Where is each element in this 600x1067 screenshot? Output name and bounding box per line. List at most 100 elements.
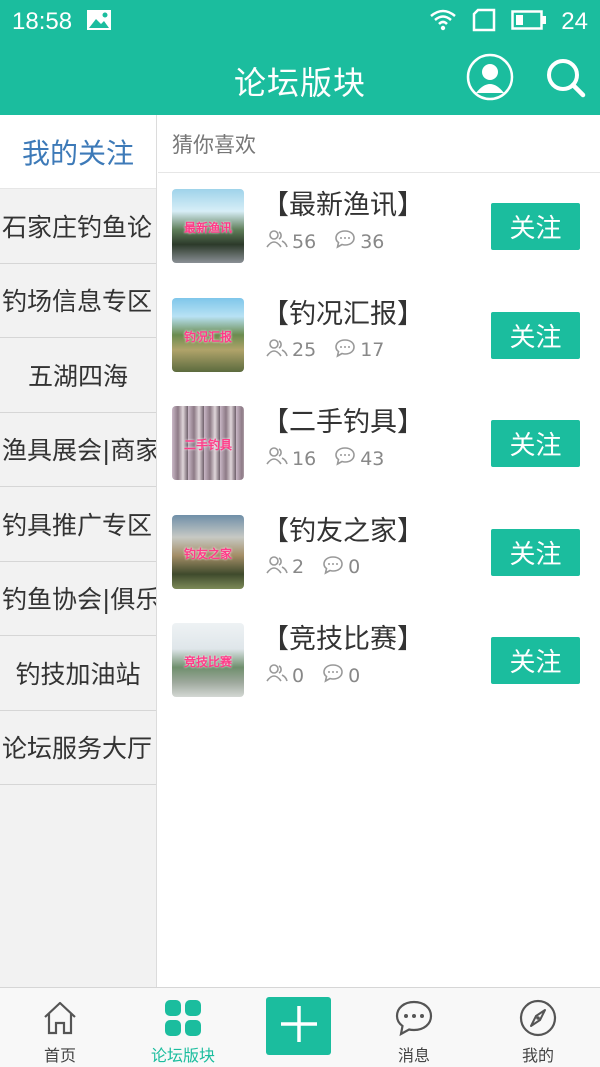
status-time: 18:58	[12, 8, 73, 35]
follow-button[interactable]: 关注	[491, 637, 580, 684]
thumbnail-caption: 钓况汇报	[183, 329, 232, 344]
message-icon	[394, 998, 434, 1038]
member-count-value: 2	[292, 556, 305, 578]
sidebar-item-label: 钓技加油站	[15, 659, 141, 689]
list-item[interactable]: 最新渔讯 【最新渔讯】 56 36 关注	[158, 173, 600, 282]
post-count: 0	[322, 555, 360, 580]
sidebar-item-shijiazhuang[interactable]: 石家庄钓鱼论	[0, 189, 156, 264]
member-count-value: 16	[292, 447, 317, 470]
image-notification-icon	[86, 9, 112, 35]
member-count: 56	[266, 229, 316, 254]
section-title: 猜你喜欢	[172, 132, 256, 157]
compass-icon	[518, 998, 558, 1038]
thumbnail-caption: 竞技比赛	[183, 655, 232, 669]
wifi-icon	[429, 9, 457, 35]
forum-stats: 56 36	[266, 229, 402, 254]
tab-label: 我的	[521, 1046, 554, 1065]
comment-icon	[334, 338, 356, 363]
list-item[interactable]: 二手钓具 【二手钓具】 16 43 关注	[158, 390, 600, 499]
forum-stats: 16 43	[266, 446, 402, 471]
follow-button[interactable]: 关注	[491, 311, 580, 359]
post-count-value: 36	[360, 230, 385, 253]
comment-icon	[322, 663, 344, 688]
forum-thumbnail: 钓况汇报	[172, 297, 244, 372]
forum-thumbnail: 钓友之家	[172, 514, 244, 589]
forum-stats: 0 0	[266, 663, 378, 688]
sidebar-item-fishing-club[interactable]: 钓鱼协会|俱乐	[0, 562, 156, 636]
plus-icon	[277, 1002, 321, 1050]
member-count: 25	[266, 338, 316, 363]
forum-content: 猜你喜欢 最新渔讯 【最新渔讯】 56 36 关注 钓况汇报 【钓况汇报】 25…	[158, 115, 600, 987]
section-header: 猜你喜欢	[158, 115, 600, 173]
forum-thumbnail: 二手钓具	[172, 406, 244, 480]
list-item[interactable]: 竞技比赛 【竞技比赛】 0 0 关注	[158, 607, 600, 716]
comment-icon	[322, 555, 344, 580]
members-icon	[266, 446, 288, 471]
tab-label: 首页	[43, 1046, 76, 1065]
tab-home[interactable]: 首页	[0, 988, 120, 1067]
battery-icon	[511, 9, 547, 35]
profile-button[interactable]	[465, 53, 515, 105]
post-count-value: 0	[348, 664, 361, 687]
sidebar-item-label: 钓场信息专区	[2, 287, 153, 317]
sidebar-item-label: 我的关注	[21, 136, 134, 170]
tab-label: 论坛版块	[150, 1046, 215, 1065]
post-count: 0	[322, 663, 360, 688]
post-count-value: 0	[348, 556, 361, 578]
post-count: 43	[334, 446, 384, 471]
tab-forum[interactable]: 论坛版块	[123, 988, 243, 1067]
sidebar-item-skills[interactable]: 钓技加油站	[0, 636, 156, 711]
members-icon	[266, 555, 288, 580]
forum-name: 【竞技比赛】	[262, 624, 424, 655]
thumbnail-caption: 最新渔讯	[183, 221, 232, 235]
sidebar-item-five-lakes[interactable]: 五湖四海	[0, 338, 156, 413]
home-icon	[40, 998, 80, 1038]
search-button[interactable]	[540, 54, 590, 104]
sidebar-item-label: 五湖四海	[27, 361, 128, 391]
forum-name: 【二手钓具】	[262, 407, 424, 438]
follow-button[interactable]: 关注	[491, 420, 580, 467]
user-icon	[466, 53, 514, 105]
forum-stats: 2 0	[266, 555, 378, 580]
sidebar-item-my-follows[interactable]: 我的关注	[0, 115, 156, 189]
forum-name: 【钓况汇报】	[262, 298, 424, 330]
post-count: 36	[334, 229, 384, 254]
sidebar-item-label: 石家庄钓鱼论	[2, 212, 153, 242]
member-count: 2	[266, 555, 304, 580]
member-count-value: 0	[292, 664, 305, 687]
list-item[interactable]: 钓况汇报 【钓况汇报】 25 17 关注	[158, 282, 600, 391]
forum-name: 【钓友之家】	[262, 515, 424, 547]
sidebar-item-label: 论坛服务大厅	[2, 734, 153, 764]
member-count: 16	[266, 446, 316, 471]
bottom-tab-bar: 首页 论坛版块 消息 我的	[0, 987, 600, 1067]
add-post-button[interactable]	[266, 997, 331, 1055]
sim-icon	[471, 8, 497, 36]
follow-button[interactable]: 关注	[491, 203, 580, 250]
battery-level: 24	[561, 8, 588, 35]
sidebar-item-tackle-promo[interactable]: 钓具推广专区	[0, 487, 156, 562]
post-count-value: 17	[360, 339, 385, 361]
thumbnail-caption: 二手钓具	[183, 438, 232, 452]
members-icon	[266, 229, 288, 254]
sidebar-item-fishing-spots[interactable]: 钓场信息专区	[0, 264, 156, 338]
sidebar-item-tackle-expo[interactable]: 渔具展会|商家	[0, 413, 156, 487]
member-count-value: 56	[292, 230, 317, 253]
follow-button[interactable]: 关注	[491, 528, 580, 576]
list-item[interactable]: 钓友之家 【钓友之家】 2 0 关注	[158, 499, 600, 608]
member-count: 0	[266, 663, 304, 688]
forum-list: 最新渔讯 【最新渔讯】 56 36 关注 钓况汇报 【钓况汇报】 25 17 关…	[158, 173, 600, 716]
tab-label: 消息	[397, 1046, 430, 1065]
sidebar-item-label: 钓鱼协会|俱乐	[2, 585, 156, 615]
sidebar-item-service-hall[interactable]: 论坛服务大厅	[0, 711, 156, 785]
forum-thumbnail: 竞技比赛	[172, 623, 244, 697]
post-count: 17	[334, 338, 384, 363]
app-header: 论坛版块	[0, 44, 600, 115]
forum-stats: 25 17	[266, 338, 402, 363]
tab-messages[interactable]: 消息	[354, 988, 474, 1067]
sidebar: 我的关注 石家庄钓鱼论 钓场信息专区 五湖四海 渔具展会|商家 钓具推广专区 钓…	[0, 115, 157, 987]
members-icon	[266, 663, 288, 688]
tab-mine[interactable]: 我的	[478, 988, 598, 1067]
forum-thumbnail: 最新渔讯	[172, 189, 244, 263]
status-bar: 18:58 24	[0, 0, 600, 44]
comment-icon	[334, 446, 356, 471]
